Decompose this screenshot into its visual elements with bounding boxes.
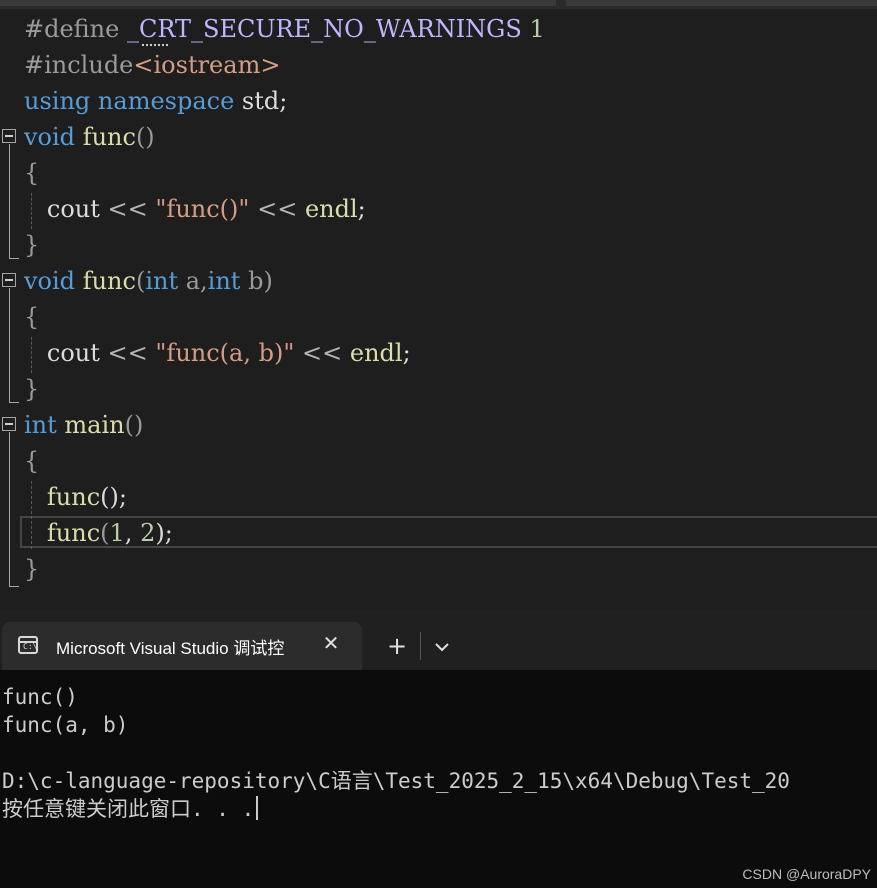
code-line-3[interactable]: using namespace std; [24,83,287,119]
function-name: func [82,123,136,151]
code-line-15[interactable]: func(1, 2); [24,515,173,551]
namespace-name: std; [241,87,288,115]
tab-separator [420,632,421,660]
keyword: using [24,87,91,115]
fold-guide-line [9,144,10,258]
text-cursor [256,796,259,820]
console-line: D:\c-language-repository\C语言\Test_2025_2… [2,769,790,793]
code-line-14[interactable]: func(); [24,479,127,515]
fold-collapse-icon[interactable] [2,273,16,287]
editor-tab-area-right [566,0,877,6]
watermark: CSDN @AuroraDPY [742,866,871,882]
function-call: func [46,519,101,547]
comma: , [124,519,141,547]
indent-guide [31,481,32,549]
editor-top-tab-strip [0,0,877,9]
function-name: func [82,267,136,295]
console-line: func(a, b) [2,713,129,737]
code-line-1[interactable]: #define _CRT_SECURE_NO_WARNINGS 1 [24,11,545,47]
stream-operator: << [107,195,148,223]
close-brace: } [24,231,40,259]
preprocessor-directive: #include [24,51,134,79]
number-literal: 2 [140,519,156,547]
open-brace: { [24,447,40,475]
open-paren: ( [135,267,146,295]
code-line-8[interactable]: void func(int a,int b) [24,263,273,299]
code-line-12[interactable]: int main() [24,407,143,443]
macro-name: _CRT_SECURE_NO_WARNINGS [126,15,522,43]
stream-operator: << [107,339,148,367]
cmd-icon: C:\ [18,636,38,654]
return-type: void [24,123,76,151]
editor-tab-area [0,0,556,6]
terminal-tab-bar: C:\ Microsoft Visual Studio 调试控 ✕ + [0,610,877,670]
cout-identifier: cout [46,339,100,367]
close-tab-icon[interactable]: ✕ [320,632,342,654]
param-type: int [207,267,241,295]
open-brace: { [24,159,40,187]
terminal-tab-title: Microsoft Visual Studio 调试控 [56,639,285,658]
endl-identifier: endl [349,339,403,367]
code-line-2[interactable]: #include<iostream> [24,47,280,83]
fold-collapse-icon[interactable] [2,417,16,431]
parens: () [124,411,144,439]
console-prompt-text: 按任意键关闭此窗口. . . [2,797,255,821]
fold-guide-line [9,432,10,586]
call-args: (); [100,483,127,511]
endl-identifier: endl [304,195,358,223]
fold-guide-end [9,402,19,403]
new-tab-button[interactable]: + [381,630,413,662]
code-line-11[interactable]: } [24,371,39,407]
function-call: func [46,483,101,511]
number-literal: 1 [109,519,125,547]
string-literal: "func(a, b)" [155,339,295,367]
fold-guide-end [9,586,19,587]
indent-guide [31,337,32,373]
close-brace: } [24,555,40,583]
console-output[interactable]: func() func(a, b) D:\c-language-reposito… [0,670,877,888]
code-line-6[interactable]: cout << "func()" << endl; [24,191,366,227]
terminal-tab[interactable]: C:\ Microsoft Visual Studio 调试控 ✕ [2,622,362,670]
fold-guide-end [9,258,19,259]
macro-value: 1 [529,15,545,43]
code-line-10[interactable]: cout << "func(a, b)" << endl; [24,335,411,371]
string-literal: "func()" [155,195,250,223]
include-header: <iostream> [133,51,281,79]
preprocessor-directive: #define [24,15,120,43]
open-paren: ( [100,519,110,547]
code-line-5[interactable]: { [24,155,39,191]
keyword: namespace [97,87,235,115]
fold-guide-line [9,288,10,402]
chevron-down-icon[interactable] [427,632,457,662]
code-line-4[interactable]: void func() [24,119,155,155]
parens: () [135,123,155,151]
semicolon: ; [357,195,366,223]
cout-identifier: cout [46,195,100,223]
indent-guide [31,193,32,229]
code-line-13[interactable]: { [24,443,39,479]
fold-collapse-icon[interactable] [2,129,16,143]
function-name: main [64,411,125,439]
debug-console-window[interactable]: C:\ Microsoft Visual Studio 调试控 ✕ + func… [0,610,877,888]
intellisense-squiggle [142,40,168,46]
param-name: a, [185,267,208,295]
code-editor[interactable]: #define _CRT_SECURE_NO_WARNINGS 1 #inclu… [0,0,877,610]
code-line-16[interactable]: } [24,551,39,587]
stream-operator: << [302,339,343,367]
return-type: int [24,411,57,439]
console-line: func() [2,685,78,709]
stream-operator: << [257,195,298,223]
return-type: void [24,267,76,295]
code-line-9[interactable]: { [24,299,39,335]
close-paren: ) [263,267,273,295]
semicolon: ; [402,339,411,367]
param-name: b [248,267,264,295]
console-prompt-line: 按任意键关闭此窗口. . . [2,795,259,823]
param-type: int [145,267,179,295]
code-line-7[interactable]: } [24,227,39,263]
close-paren-semicolon: ); [155,519,173,547]
open-brace: { [24,303,40,331]
close-brace: } [24,375,40,403]
